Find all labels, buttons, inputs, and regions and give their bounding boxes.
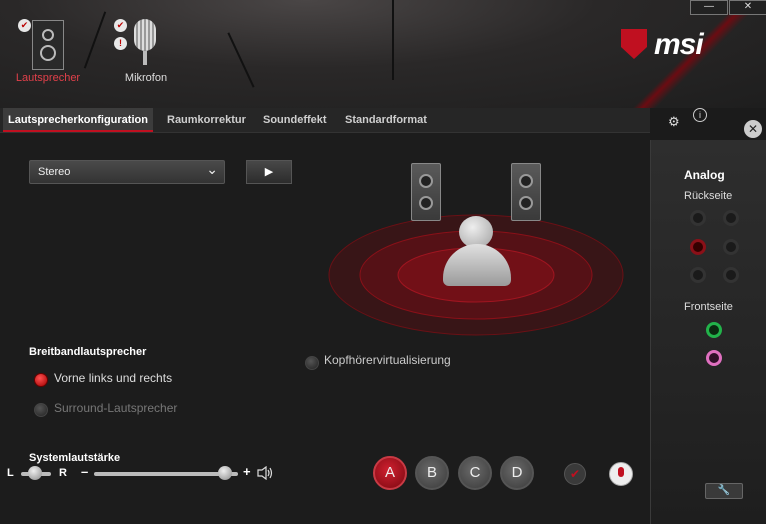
radio-front-left-right[interactable]	[34, 373, 48, 387]
rear-port	[723, 210, 739, 226]
rear-port-active	[690, 239, 706, 255]
device-microphone[interactable]: ✔ ! Mikrofon	[106, 14, 186, 89]
checkmark-icon: ✔	[114, 19, 127, 32]
rear-port	[690, 210, 706, 226]
right-speaker-icon[interactable]	[511, 163, 541, 221]
connector-settings-icon[interactable]: ✕	[744, 120, 762, 138]
speaker-config-select[interactable]: Stereo ⌄	[29, 160, 225, 184]
chevron-down-icon: ⌄	[206, 161, 218, 177]
balance-slider-handle[interactable]	[28, 466, 42, 480]
radio-surround[interactable]	[34, 403, 48, 417]
headphone-virtualization-toggle[interactable]	[305, 356, 319, 370]
volume-slider[interactable]	[94, 472, 238, 476]
close-button[interactable]: ✕	[729, 0, 766, 15]
tab-default-format[interactable]: Standardformat	[340, 108, 432, 132]
rear-port	[723, 239, 739, 255]
jack-button-a[interactable]: A	[373, 456, 407, 490]
tab-sound-effect[interactable]: Soundeffekt	[258, 108, 332, 132]
left-speaker-icon[interactable]	[411, 163, 441, 221]
microphone-jack-icon[interactable]	[609, 462, 633, 486]
speaker-volume-icon[interactable]	[257, 466, 273, 480]
rear-port	[690, 267, 706, 283]
wrench-icon[interactable]: 🔧	[705, 483, 743, 499]
broadband-title: Breitbandlautsprecher	[29, 346, 147, 358]
mic-status-icon: !	[114, 37, 127, 50]
microphone-stand	[143, 51, 147, 65]
rear-port	[723, 267, 739, 283]
jack-button-d[interactable]: D	[500, 456, 534, 490]
front-headphone-port	[706, 322, 722, 338]
volume-slider-handle[interactable]	[217, 466, 232, 480]
microphone-icon	[134, 19, 156, 51]
play-test-button[interactable]: ▶	[246, 160, 292, 184]
tab-room-correction[interactable]: Raumkorrektur	[162, 108, 251, 132]
rear-title: Rückseite	[684, 190, 733, 202]
select-value: Stereo	[38, 166, 71, 178]
device-label: Lautsprecher	[15, 72, 81, 84]
minimize-button[interactable]: —	[690, 0, 728, 15]
msi-logo-text: msi	[654, 28, 704, 61]
device-speaker[interactable]: ✔ Lautsprecher	[8, 14, 88, 89]
volume-minus-button[interactable]: –	[81, 464, 88, 479]
radio-label-surround: Surround-Lautsprecher	[54, 401, 178, 415]
front-microphone-port	[706, 350, 722, 366]
jack-button-c[interactable]: C	[458, 456, 492, 490]
analog-title: Analog	[684, 168, 725, 182]
header-decoration	[227, 32, 255, 88]
checkmark-icon: ✔	[18, 19, 31, 32]
msi-dragon-logo-icon	[621, 29, 647, 59]
balance-right-label: R	[59, 467, 67, 479]
checkmark-icon[interactable]: ✔	[564, 463, 586, 485]
balance-left-label: L	[7, 467, 14, 479]
front-title: Frontseite	[684, 301, 733, 313]
info-icon[interactable]: i	[693, 108, 707, 122]
tab-speaker-configuration[interactable]: Lautsprecherkonfiguration	[3, 108, 153, 132]
volume-plus-button[interactable]: +	[243, 464, 251, 479]
system-volume-title: Systemlautstärke	[29, 452, 121, 464]
speaker-icon	[32, 20, 64, 70]
radio-label-front-left-right: Vorne links und rechts	[54, 371, 173, 385]
header-bar: ✔ Lautsprecher ✔ ! Mikrofon — ✕ msi	[0, 0, 766, 108]
header-decoration	[392, 0, 394, 80]
jack-button-b[interactable]: B	[415, 456, 449, 490]
header-red-accent	[520, 0, 766, 108]
gear-icon[interactable]: ⚙	[668, 114, 680, 130]
tab-bar: Lautsprecherkonfiguration Raumkorrektur …	[0, 108, 650, 133]
device-label: Mikrofon	[124, 72, 168, 84]
headphone-virtualization-label: Kopfhörervirtualisierung	[324, 353, 451, 367]
